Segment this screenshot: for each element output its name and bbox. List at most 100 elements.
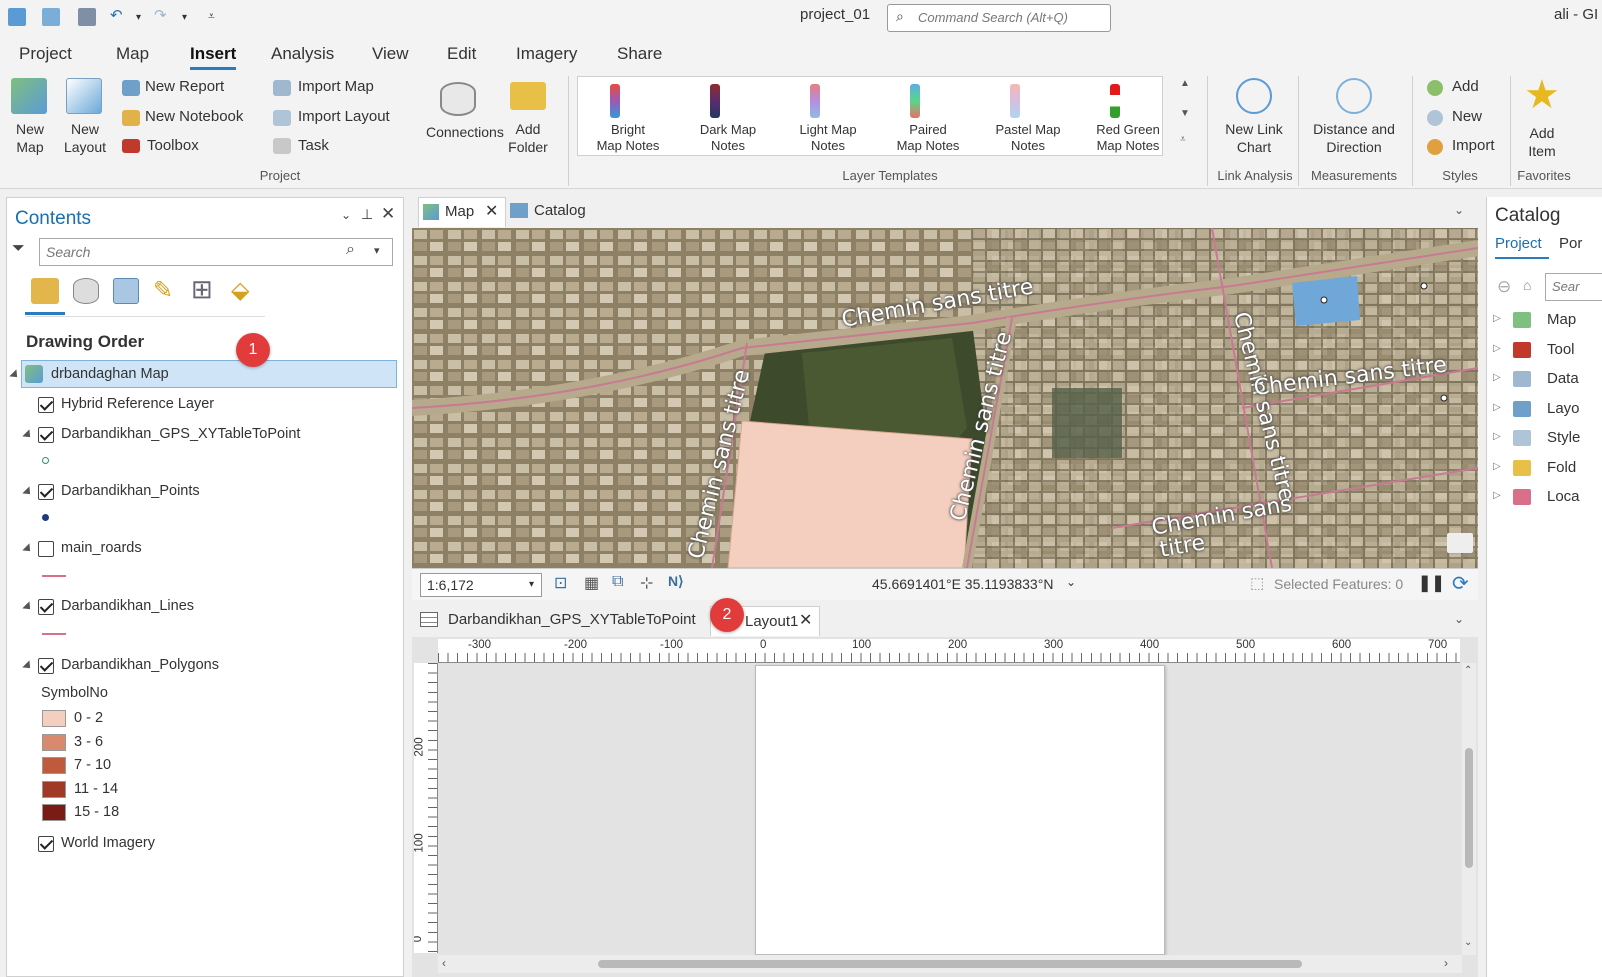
fixed-scale-icon[interactable]: ⊡: [554, 573, 567, 593]
back-icon[interactable]: ⊖: [1497, 277, 1511, 297]
scrollbar-thumb[interactable]: [598, 960, 1302, 968]
chevron-down-icon[interactable]: ⌄: [1454, 203, 1464, 217]
catalog-item[interactable]: Loca: [1547, 488, 1580, 505]
scroll-right-icon[interactable]: ›: [1444, 956, 1448, 970]
legend-swatch[interactable]: [42, 710, 66, 727]
gallery-expand-icon[interactable]: ⩡: [1180, 134, 1186, 145]
catalog-item[interactable]: Data: [1547, 370, 1579, 387]
undo-icon[interactable]: ↶: [110, 6, 123, 24]
catalog-item[interactable]: Style: [1547, 429, 1580, 446]
legend-label[interactable]: 7 - 10: [74, 757, 111, 773]
catalog-item[interactable]: Tool: [1547, 341, 1575, 358]
world-imagery-checkbox[interactable]: [38, 836, 54, 852]
gallery-scroll-up-icon[interactable]: ▲: [1180, 78, 1190, 89]
catalog-tab-portal[interactable]: Por: [1559, 235, 1582, 252]
contents-search-input[interactable]: Search ⌕ ▾: [39, 238, 393, 266]
layout-page[interactable]: [755, 665, 1165, 955]
horizontal-scrollbar[interactable]: ‹ ›: [438, 955, 1462, 973]
new-project-icon[interactable]: [8, 8, 26, 26]
pane-options-icon[interactable]: ⌄: [341, 208, 351, 222]
legend-swatch[interactable]: [42, 757, 66, 774]
close-icon[interactable]: ✕: [485, 201, 498, 221]
coordinates-readout[interactable]: 45.6691401°E 35.1193833°N: [872, 576, 1053, 592]
polygons-layer-name[interactable]: Darbandikhan_Polygons: [61, 657, 219, 673]
save-project-icon[interactable]: [78, 8, 96, 26]
layout-view[interactable]: -300 -200 -100 0 100 200 300 400 500 600…: [412, 637, 1478, 977]
point-symbol[interactable]: [42, 514, 49, 521]
tab-analysis[interactable]: Analysis: [271, 44, 334, 64]
collapse-layer-icon[interactable]: [22, 601, 34, 613]
filter-icon[interactable]: ⏷: [12, 240, 25, 258]
list-by-selection-icon[interactable]: [113, 278, 139, 304]
tab-catalog-view[interactable]: Catalog: [510, 197, 600, 227]
redo-dropdown-icon[interactable]: ▾: [182, 12, 187, 23]
catalog-tab-project[interactable]: Project: [1495, 235, 1542, 252]
map-name[interactable]: drbandaghan Map: [51, 366, 169, 382]
catalog-item[interactable]: Map: [1547, 311, 1576, 328]
hybrid-layer-checkbox[interactable]: [38, 397, 54, 413]
toolbox-button[interactable]: Toolbox: [147, 137, 199, 154]
tab-imagery[interactable]: Imagery: [516, 44, 577, 64]
search-icon[interactable]: ⌕: [346, 241, 355, 259]
collapse-layer-icon[interactable]: [22, 543, 34, 555]
list-by-editing-icon[interactable]: ✎: [153, 276, 173, 305]
legend-swatch[interactable]: [42, 780, 66, 798]
user-name[interactable]: ali - GI: [1554, 6, 1598, 23]
pause-drawing-icon[interactable]: ❚❚: [1418, 573, 1445, 593]
pin-icon[interactable]: ⊥: [361, 206, 373, 223]
tab-map[interactable]: Map: [116, 44, 149, 64]
task-button[interactable]: Task: [298, 137, 329, 154]
legend-label[interactable]: 0 - 2: [74, 710, 103, 726]
points-layer-checkbox[interactable]: [38, 484, 54, 500]
grid-icon[interactable]: ▦: [584, 573, 599, 593]
gps-layer-name[interactable]: Darbandikhan_GPS_XYTableToPoint: [61, 426, 300, 442]
add-style-button[interactable]: Add: [1452, 78, 1479, 95]
new-style-button[interactable]: New: [1452, 108, 1482, 125]
point-symbol[interactable]: [42, 457, 49, 464]
scroll-up-icon[interactable]: ⌃: [1464, 665, 1472, 676]
tab-attribute-table[interactable]: Darbandikhan_GPS_XYTableToPoint: [420, 606, 710, 636]
line-symbol[interactable]: [42, 575, 66, 577]
hybrid-layer-name[interactable]: Hybrid Reference Layer: [61, 396, 214, 412]
legend-swatch[interactable]: [42, 804, 66, 821]
collapse-map-icon[interactable]: [9, 369, 21, 381]
collapse-layer-icon[interactable]: [22, 429, 34, 441]
new-report-button[interactable]: New Report: [145, 78, 224, 95]
catalog-item[interactable]: Fold: [1547, 459, 1576, 476]
refresh-icon[interactable]: ⟳: [1452, 571, 1469, 596]
collapse-layer-icon[interactable]: [22, 486, 34, 498]
tab-share[interactable]: Share: [617, 44, 662, 64]
open-project-icon[interactable]: [42, 8, 60, 26]
tab-map-view[interactable]: Map ✕: [418, 197, 506, 227]
collapse-layer-icon[interactable]: [22, 660, 34, 672]
tab-project[interactable]: Project: [19, 44, 72, 64]
scroll-left-icon[interactable]: ‹: [442, 956, 446, 970]
gallery-scroll-down-icon[interactable]: ▼: [1180, 108, 1190, 119]
scrollbar-thumb[interactable]: [1465, 748, 1473, 868]
expand-icon[interactable]: ▷: [1493, 402, 1501, 413]
polygons-layer-checkbox[interactable]: [38, 658, 54, 674]
vertical-scrollbar[interactable]: ⌃ ⌄: [1462, 663, 1476, 955]
home-icon[interactable]: ⌂: [1523, 277, 1531, 293]
chevron-down-icon[interactable]: ⌄: [1454, 612, 1464, 626]
list-by-snapping-icon[interactable]: ⊞: [191, 274, 213, 305]
undo-dropdown-icon[interactable]: ▾: [136, 12, 141, 23]
expand-icon[interactable]: ▷: [1493, 431, 1501, 442]
chevron-down-icon[interactable]: ⌄: [1066, 575, 1076, 589]
points-layer-name[interactable]: Darbandikhan_Points: [61, 483, 200, 499]
legend-label[interactable]: 3 - 6: [74, 734, 103, 750]
roads-layer-name[interactable]: main_roards: [61, 540, 142, 556]
legend-label[interactable]: 15 - 18: [74, 804, 119, 820]
lines-layer-name[interactable]: Darbandikhan_Lines: [61, 598, 194, 614]
import-style-button[interactable]: Import: [1452, 137, 1495, 154]
scroll-down-icon[interactable]: ⌄: [1464, 937, 1472, 948]
close-icon[interactable]: ✕: [799, 610, 812, 630]
import-map-button[interactable]: Import Map: [298, 78, 374, 95]
world-imagery-name[interactable]: World Imagery: [61, 835, 155, 851]
crosshair-icon[interactable]: ⊹: [640, 573, 653, 593]
expand-icon[interactable]: ▷: [1493, 313, 1501, 324]
expand-icon[interactable]: ▷: [1493, 372, 1501, 383]
expand-icon[interactable]: ▷: [1493, 343, 1501, 354]
command-search-input[interactable]: ⌕ Command Search (Alt+Q): [887, 4, 1111, 32]
new-notebook-button[interactable]: New Notebook: [145, 108, 243, 125]
